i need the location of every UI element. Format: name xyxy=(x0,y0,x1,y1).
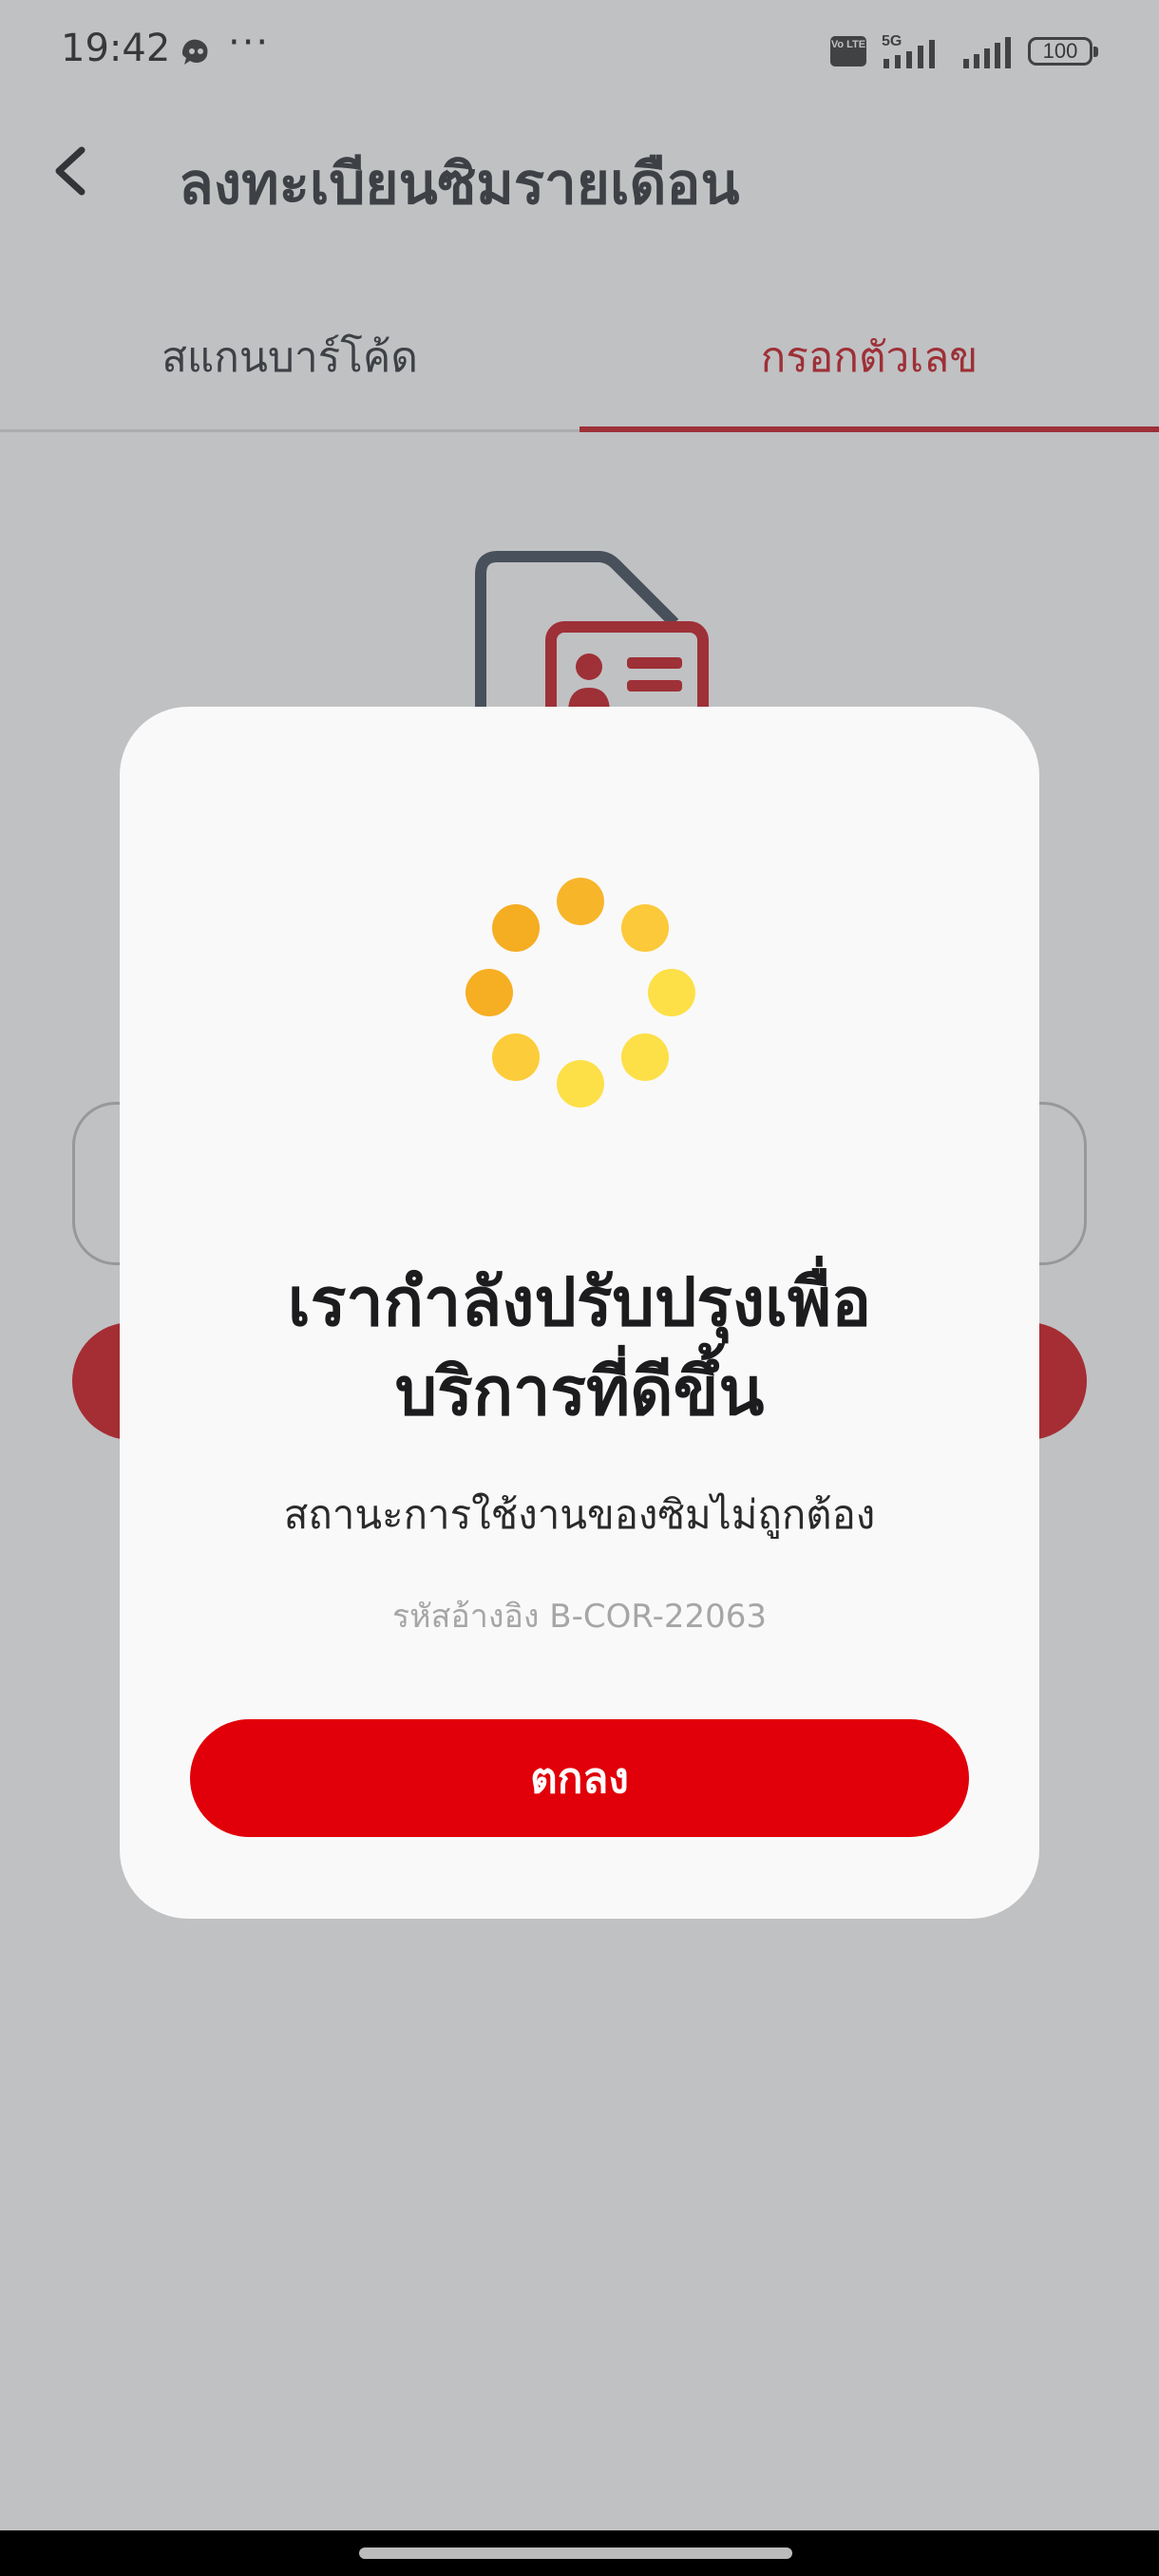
loading-spinner-icon xyxy=(466,878,695,1108)
dialog-message: สถานะการใช้งานของซิมไม่ถูกต้อง xyxy=(283,1491,876,1538)
reference-code: รหัสอ้างอิง B-COR-22063 xyxy=(391,1598,768,1636)
dialog-title-line-1: เรากำลังปรับปรุงเพื่อ xyxy=(287,1263,872,1341)
system-nav-bar xyxy=(0,2530,1159,2576)
dialog-title-line-2: บริการที่ดีขึ้น xyxy=(394,1353,765,1430)
dialog-title: เรากำลังปรับปรุงเพื่อ บริการที่ดีขึ้น xyxy=(158,1258,1001,1436)
error-dialog: เรากำลังปรับปรุงเพื่อ บริการที่ดีขึ้น สถ… xyxy=(120,707,1039,1919)
home-indicator[interactable] xyxy=(359,2548,792,2559)
ok-button[interactable]: ตกลง xyxy=(190,1719,969,1837)
